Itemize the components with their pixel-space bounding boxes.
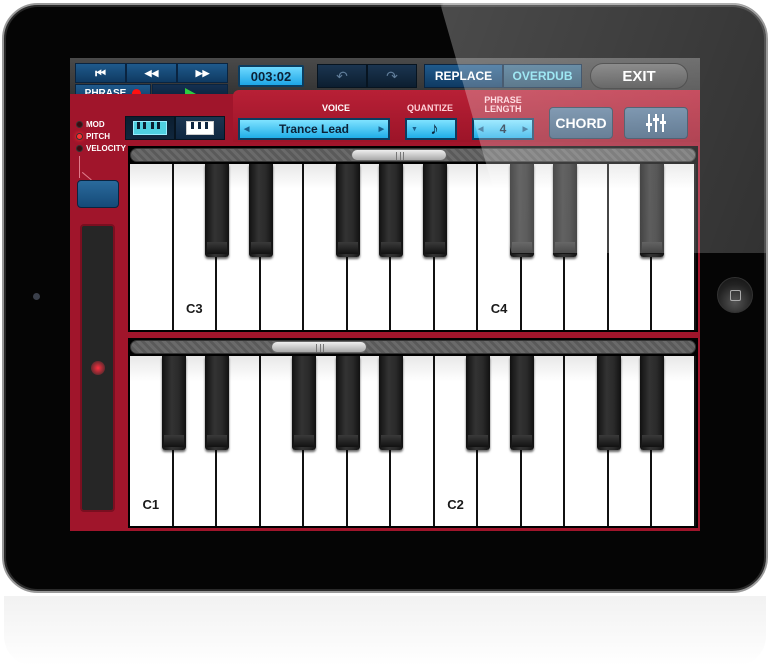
modulation-assign-button[interactable]: [77, 180, 119, 208]
key-label: C1: [142, 497, 160, 512]
replace-button[interactable]: REPLACE: [424, 64, 503, 88]
phrase-length-label: PHRASE LENGTH: [470, 96, 536, 114]
voice-next-arrow-icon[interactable]: ▶: [379, 125, 384, 133]
velocity-label: VELOCITY: [86, 143, 127, 153]
single-keyboard-icon: [186, 121, 214, 135]
phrase-length-decrease-icon[interactable]: ◀: [478, 125, 483, 133]
key-label: C4: [490, 301, 508, 316]
modulation-pad-indicator[interactable]: [91, 361, 105, 375]
dual-keyboard-icon: [133, 121, 167, 135]
home-square-icon: [730, 290, 741, 301]
black-key[interactable]: [509, 164, 534, 257]
quantize-dropdown-icon: ▼: [411, 125, 418, 133]
black-key[interactable]: [509, 356, 534, 450]
undo-redo-group: ↶ ↷: [317, 64, 417, 88]
grip-icon: [316, 344, 325, 352]
upper-keyboard-scrollbar[interactable]: [130, 148, 696, 162]
record-mode-toggle: REPLACE OVERDUB: [424, 64, 582, 88]
upper-keys: C3 C4: [130, 164, 696, 330]
black-key[interactable]: [205, 164, 230, 257]
black-key[interactable]: [248, 164, 273, 257]
mod-target-pitch[interactable]: PITCH: [76, 130, 126, 142]
mod-label: MOD: [86, 119, 105, 129]
black-key[interactable]: [161, 356, 186, 450]
front-camera: [33, 293, 40, 300]
black-key[interactable]: [466, 356, 491, 450]
black-key[interactable]: [335, 164, 360, 257]
key-label: C2: [447, 497, 464, 512]
modulation-pad[interactable]: [80, 224, 115, 512]
dual-keyboard-button[interactable]: [125, 116, 175, 140]
overdub-button[interactable]: OVERDUB: [503, 64, 582, 88]
rewind-icon: ◀◀: [144, 67, 159, 78]
black-key[interactable]: [596, 356, 621, 450]
voice-prev-arrow-icon[interactable]: ◀: [244, 125, 249, 133]
keyboard-layout-toggle: [125, 116, 225, 140]
single-keyboard-button[interactable]: [175, 116, 225, 140]
mixer-button[interactable]: [624, 107, 688, 139]
pitch-led-icon: [76, 132, 83, 140]
mod-target-velocity[interactable]: VELOCITY: [76, 142, 126, 154]
key-label: C3: [185, 301, 203, 316]
ipad-reflection: [4, 596, 766, 666]
voice-label: VOICE: [321, 103, 350, 113]
quantize-note-icon: ♪: [430, 119, 439, 138]
mod-led-icon: [76, 120, 83, 128]
upper-keyboard-scroll-thumb[interactable]: [350, 149, 447, 161]
lower-keyboard-scrollbar[interactable]: [130, 340, 696, 354]
skip-start-icon: ⏮: [95, 65, 106, 80]
fast-forward-icon: ▶▶: [195, 67, 210, 78]
grip-icon: [395, 152, 404, 160]
fast-forward-button[interactable]: ▶▶: [177, 63, 228, 83]
undo-button[interactable]: ↶: [317, 64, 367, 88]
quantize-selector[interactable]: ▼ ♪: [405, 118, 457, 140]
black-key[interactable]: [422, 164, 447, 257]
mixer-sliders-icon: [646, 114, 666, 132]
quantize-label: QUANTIZE: [407, 103, 453, 113]
redo-icon: ↷: [386, 67, 398, 84]
rewind-button[interactable]: ◀◀: [126, 63, 177, 83]
voice-value: Trance Lead: [278, 122, 350, 136]
black-key[interactable]: [640, 164, 665, 257]
black-key[interactable]: [335, 356, 360, 450]
home-button[interactable]: [717, 277, 753, 313]
phrase-length-increase-icon[interactable]: ▶: [523, 125, 528, 133]
phrase-length-label-line2: LENGTH: [484, 104, 522, 114]
black-key[interactable]: [379, 164, 404, 257]
redo-button[interactable]: ↷: [367, 64, 417, 88]
phrase-length-value: 4: [499, 122, 507, 136]
lower-keyboard-scroll-thumb[interactable]: [271, 341, 368, 353]
undo-icon: ↶: [336, 67, 348, 84]
lower-keyboard: C1 C2: [128, 338, 698, 528]
black-key[interactable]: [553, 164, 578, 257]
black-key[interactable]: [205, 356, 230, 450]
chord-button[interactable]: CHORD: [549, 107, 613, 139]
time-display: 003:02: [238, 65, 304, 87]
app-screen: ⏮ ◀◀ ▶▶ PHRASE 003:02 ↶ ↷ REPLACE OVERDU…: [70, 58, 700, 531]
upper-keyboard: C3 C4: [128, 146, 698, 332]
skip-to-start-button[interactable]: ⏮: [75, 63, 126, 83]
black-key[interactable]: [640, 356, 665, 450]
exit-button[interactable]: EXIT: [590, 63, 688, 89]
mod-target-mod[interactable]: MOD: [76, 118, 126, 130]
black-key[interactable]: [292, 356, 317, 450]
phrase-length-stepper[interactable]: ◀ 4 ▶: [472, 118, 534, 140]
voice-selector[interactable]: ◀ Trance Lead ▶: [238, 118, 390, 140]
lower-keys: C1 C2: [130, 356, 696, 526]
pitch-label: PITCH: [86, 131, 110, 141]
white-key[interactable]: [130, 164, 174, 330]
velocity-led-icon: [76, 144, 83, 152]
modulation-target-list: MOD PITCH VELOCITY: [76, 118, 126, 154]
black-key[interactable]: [379, 356, 404, 450]
